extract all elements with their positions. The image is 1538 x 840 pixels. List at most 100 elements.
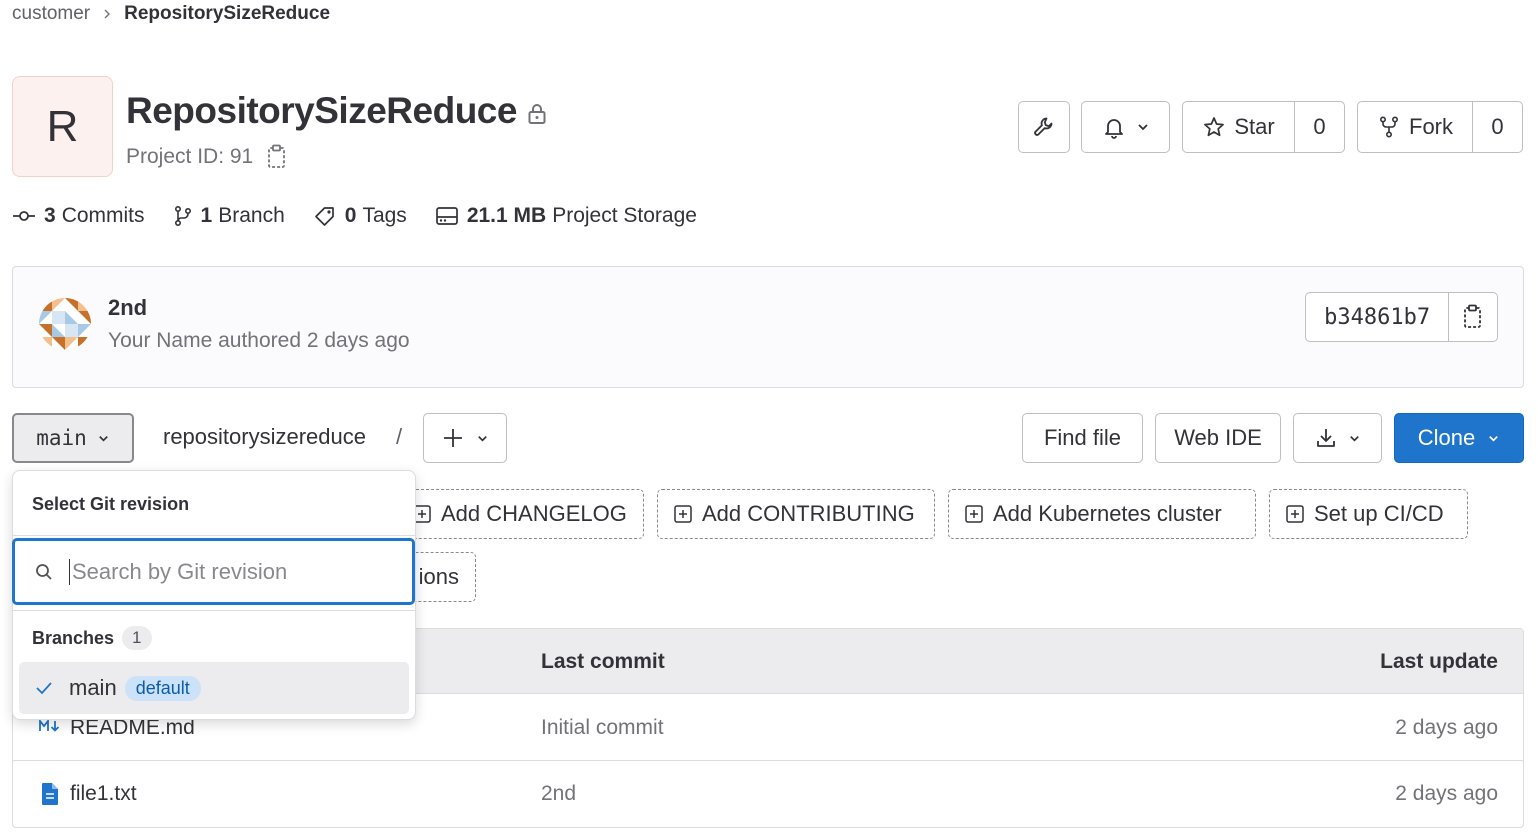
plus-icon bbox=[442, 427, 464, 449]
setup-cicd-button[interactable]: Set up CI/CD bbox=[1269, 489, 1468, 539]
file-last-update: 2 days ago bbox=[1395, 782, 1498, 805]
plus-square-icon bbox=[1286, 505, 1304, 523]
add-to-tree-button[interactable] bbox=[423, 413, 507, 463]
download-button[interactable] bbox=[1293, 413, 1382, 463]
check-icon bbox=[35, 681, 53, 695]
divider bbox=[13, 535, 415, 536]
project-stats: 3 Commits 1 Branch 0 Tags 21.1 MB Projec… bbox=[12, 200, 725, 232]
file-icon bbox=[40, 782, 60, 806]
fork-count[interactable]: 0 bbox=[1473, 102, 1522, 152]
plus-square-icon bbox=[674, 505, 692, 523]
suggestion-label: Add CHANGELOG bbox=[441, 501, 627, 526]
chevron-down-icon bbox=[476, 432, 489, 445]
suggestion-label: Add Kubernetes cluster bbox=[993, 501, 1222, 526]
divider bbox=[13, 610, 415, 611]
project-title: RepositorySizeReduce bbox=[126, 90, 517, 131]
default-badge: default bbox=[124, 675, 201, 701]
tags-stat[interactable]: 0 Tags bbox=[313, 204, 407, 228]
file-last-commit[interactable]: Initial commit bbox=[541, 716, 664, 740]
tag-icon bbox=[313, 204, 337, 228]
add-changelog-button[interactable]: Add CHANGELOG bbox=[396, 489, 644, 539]
chevron-down-icon bbox=[1136, 120, 1150, 134]
storage-stat[interactable]: 21.1 MB Project Storage bbox=[435, 204, 697, 228]
project-id: Project ID: 91 bbox=[126, 145, 254, 168]
branches-section-header: Branches 1 bbox=[32, 626, 152, 650]
project-avatar: R bbox=[12, 76, 113, 177]
revision-search-box bbox=[13, 539, 414, 604]
star-button[interactable]: Star bbox=[1183, 102, 1294, 152]
branches-count: 1 bbox=[200, 204, 213, 227]
commits-label: Commits bbox=[61, 204, 145, 227]
bell-icon bbox=[1102, 115, 1126, 139]
clone-label: Clone bbox=[1417, 425, 1476, 450]
commits-stat[interactable]: 3 Commits bbox=[12, 204, 145, 228]
file-last-commit[interactable]: 2nd bbox=[541, 782, 576, 806]
markdown-icon bbox=[38, 718, 62, 734]
suggestion-label: Add CONTRIBUTING bbox=[702, 501, 915, 526]
revision-search-input[interactable] bbox=[69, 558, 389, 585]
fork-button-group: Fork 0 bbox=[1357, 101, 1523, 153]
copy-project-id-icon[interactable] bbox=[267, 144, 287, 170]
breadcrumb-current[interactable]: RepositorySizeReduce bbox=[124, 3, 330, 25]
branches-label: Branch bbox=[218, 204, 285, 227]
add-contributing-button[interactable]: Add CONTRIBUTING bbox=[657, 489, 935, 539]
add-kubernetes-cluster-button[interactable]: Add Kubernetes cluster bbox=[948, 489, 1256, 539]
branches-count-badge: 1 bbox=[122, 626, 152, 650]
download-icon bbox=[1314, 426, 1338, 450]
commits-count: 3 bbox=[44, 204, 56, 227]
star-button-group: Star 0 bbox=[1182, 101, 1345, 153]
storage-icon bbox=[435, 205, 459, 227]
last-commit-panel: 2nd Your Name authored 2 days ago b34861… bbox=[12, 266, 1524, 388]
star-count[interactable]: 0 bbox=[1295, 102, 1344, 152]
search-icon bbox=[35, 563, 53, 581]
branch-icon bbox=[173, 205, 193, 227]
commit-sha[interactable]: b34861b7 bbox=[1306, 293, 1448, 341]
project-id-row: Project ID: 91 bbox=[126, 143, 287, 171]
notifications-button[interactable] bbox=[1081, 101, 1170, 153]
copy-sha-button[interactable] bbox=[1449, 293, 1497, 341]
dropdown-item-main[interactable]: main default bbox=[19, 662, 409, 714]
suggestion-label: Set up CI/CD bbox=[1314, 501, 1444, 526]
commit-sha-group: b34861b7 bbox=[1305, 292, 1498, 342]
file-last-update: 2 days ago bbox=[1395, 716, 1498, 739]
storage-label: Project Storage bbox=[552, 204, 697, 227]
suggestion-label: ions bbox=[418, 564, 459, 589]
settings-button[interactable] bbox=[1018, 101, 1070, 153]
breadcrumb: customer RepositorySizeReduce bbox=[12, 2, 330, 26]
web-ide-button[interactable]: Web IDE bbox=[1155, 413, 1281, 463]
last-commit-header: Last commit bbox=[541, 650, 665, 673]
wrench-icon bbox=[1032, 115, 1056, 139]
fork-icon bbox=[1377, 115, 1401, 139]
lock-icon bbox=[527, 103, 547, 125]
branches-section-label: Branches bbox=[32, 627, 115, 648]
branches-stat[interactable]: 1 Branch bbox=[173, 204, 285, 228]
fork-label: Fork bbox=[1409, 114, 1453, 139]
commit-title[interactable]: 2nd bbox=[108, 295, 147, 321]
chevron-right-icon bbox=[102, 9, 112, 19]
plus-square-icon bbox=[965, 505, 983, 523]
tags-count: 0 bbox=[344, 204, 357, 227]
repo-path-root[interactable]: repositorysizereduce bbox=[163, 424, 366, 450]
clone-button[interactable]: Clone bbox=[1394, 413, 1524, 463]
commit-meta: Your Name authored 2 days ago bbox=[108, 329, 410, 352]
chevron-down-icon bbox=[97, 432, 110, 445]
breadcrumb-parent[interactable]: customer bbox=[12, 3, 90, 25]
fork-button[interactable]: Fork bbox=[1358, 102, 1472, 152]
file-name[interactable]: file1.txt bbox=[70, 782, 137, 806]
tags-label: Tags bbox=[362, 204, 407, 227]
copy-icon bbox=[1463, 304, 1483, 330]
dropdown-title: Select Git revision bbox=[32, 494, 190, 514]
star-label: Star bbox=[1234, 114, 1275, 139]
find-file-button[interactable]: Find file bbox=[1022, 413, 1143, 463]
star-icon bbox=[1202, 115, 1226, 139]
chevron-down-icon bbox=[1348, 432, 1361, 445]
author-avatar[interactable] bbox=[39, 298, 91, 350]
row-divider bbox=[13, 760, 1523, 761]
chevron-down-icon bbox=[1487, 432, 1500, 445]
storage-size: 21.1 MB bbox=[466, 204, 547, 227]
project-title-row: RepositorySizeReduce bbox=[126, 88, 547, 134]
branch-selector-label: main bbox=[36, 426, 87, 450]
commit-icon bbox=[12, 208, 36, 224]
dropdown-item-label: main bbox=[69, 675, 117, 700]
branch-selector-button[interactable]: main bbox=[12, 413, 134, 463]
